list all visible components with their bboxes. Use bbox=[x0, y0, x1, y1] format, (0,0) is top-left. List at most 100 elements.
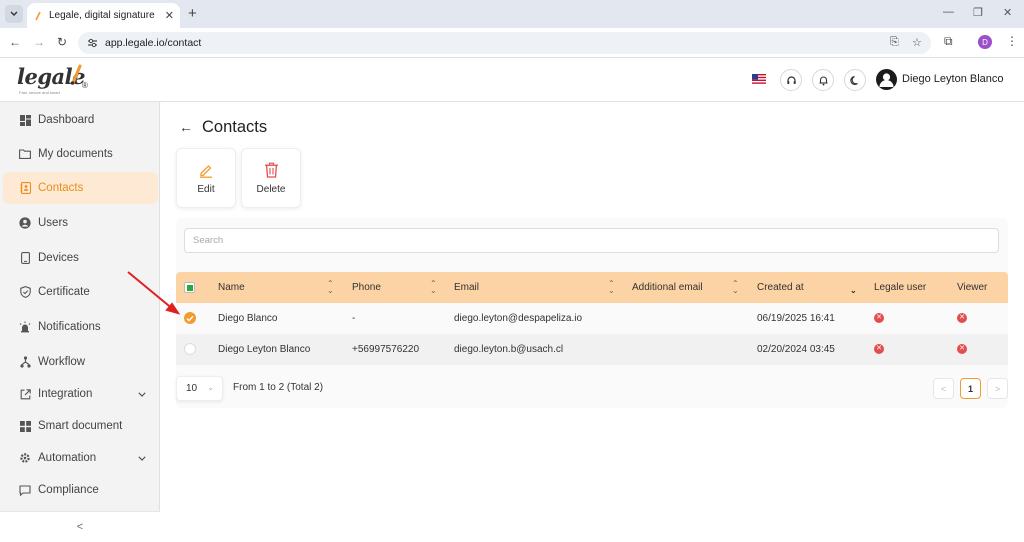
contacts-card: Name ⌃⌄ Phone ⌃⌄ Email ⌃⌄ Additional ema… bbox=[176, 218, 1008, 408]
row-checkbox[interactable] bbox=[184, 312, 196, 324]
table-row[interactable]: Diego Blanco - diego.leyton@despapeliza.… bbox=[176, 303, 1008, 334]
column-header-viewer[interactable]: Viewer bbox=[957, 282, 987, 293]
sidebar-item-compliance[interactable]: Compliance bbox=[3, 474, 158, 506]
browser-toolbar: ← → ↻ app.legale.io/contact ⎘ ☆ ⧉ ⋮ bbox=[0, 28, 1024, 58]
restore-icon[interactable]: ❐ bbox=[973, 6, 983, 19]
site-info-icon[interactable] bbox=[87, 38, 98, 48]
user-name[interactable]: Diego Leyton Blanco bbox=[902, 73, 1004, 85]
user-avatar[interactable] bbox=[876, 69, 897, 90]
sort-icon[interactable]: ⌃ ⌄ bbox=[732, 280, 739, 295]
folder-icon bbox=[19, 148, 31, 160]
install-app-icon[interactable]: ⎘ bbox=[890, 36, 899, 49]
tab-search-button[interactable] bbox=[5, 5, 23, 23]
sidebar-item-my-documents[interactable]: My documents bbox=[3, 138, 158, 170]
sidebar-item-label: Dashboard bbox=[38, 114, 95, 126]
back-arrow-icon[interactable]: ← bbox=[179, 119, 193, 135]
sidebar-item-certificate[interactable]: Certificate bbox=[3, 276, 158, 308]
headset-icon bbox=[786, 75, 796, 84]
sort-icon[interactable]: ⌃ ⌄ bbox=[608, 280, 615, 295]
search-input[interactable] bbox=[184, 228, 999, 253]
browser-menu-icon[interactable]: ⋮ bbox=[1006, 35, 1018, 48]
next-page-button[interactable]: > bbox=[987, 378, 1008, 399]
sidebar-collapse-button[interactable]: < bbox=[0, 511, 160, 542]
extensions-icon[interactable]: ⧉ bbox=[944, 35, 953, 48]
pagination-range: From 1 to 2 (Total 2) bbox=[233, 382, 324, 393]
user-icon bbox=[19, 217, 31, 229]
browser-tab[interactable]: Legale, digital signature ✕ bbox=[27, 3, 180, 28]
sidebar-item-notifications[interactable]: Notifications bbox=[3, 311, 158, 343]
column-header-created-at[interactable]: Created at bbox=[757, 282, 804, 293]
select-all-checkbox[interactable] bbox=[184, 282, 195, 293]
chevron-right-icon: > bbox=[994, 383, 1001, 394]
bookmark-star-icon[interactable]: ☆ bbox=[912, 36, 922, 49]
sidebar: Dashboard My documents Contacts Users De… bbox=[0, 102, 160, 542]
url-text: app.legale.io/contact bbox=[105, 37, 202, 49]
sidebar-item-users[interactable]: Users bbox=[3, 207, 158, 239]
delete-button[interactable]: Delete bbox=[241, 148, 301, 208]
sidebar-item-automation[interactable]: Automation bbox=[3, 442, 158, 474]
support-button[interactable] bbox=[780, 69, 802, 91]
chevron-down-icon bbox=[138, 455, 146, 461]
browser-profile-avatar[interactable]: D bbox=[978, 35, 992, 49]
sidebar-item-label: Workflow bbox=[38, 356, 86, 368]
minimize-icon[interactable]: — bbox=[943, 6, 954, 18]
notifications-button[interactable] bbox=[812, 69, 834, 91]
alarm-icon bbox=[19, 321, 31, 333]
new-tab-button[interactable]: + bbox=[188, 6, 197, 21]
dashboard-icon bbox=[19, 114, 31, 126]
page-button-current[interactable]: 1 bbox=[960, 378, 981, 399]
pencil-icon bbox=[200, 164, 212, 178]
sidebar-item-label: My documents bbox=[38, 148, 113, 160]
logo-registered-mark: ® bbox=[82, 81, 88, 90]
address-bar[interactable]: app.legale.io/contact ⎘ ☆ bbox=[78, 32, 931, 54]
sidebar-item-dashboard[interactable]: Dashboard bbox=[3, 104, 158, 136]
column-header-phone[interactable]: Phone bbox=[352, 282, 381, 293]
page-size-select[interactable]: 10 ⌄ bbox=[176, 376, 223, 401]
cell-created-at: 06/19/2025 16:41 bbox=[757, 313, 835, 324]
sidebar-item-workflow[interactable]: Workflow bbox=[3, 346, 158, 378]
tab-title: Legale, digital signature bbox=[49, 10, 155, 21]
table-row[interactable]: Diego Leyton Blanco +56997576220 diego.l… bbox=[176, 334, 1008, 365]
chevron-down-icon: ⌄ bbox=[207, 383, 214, 392]
logo-tagline: Fast, secure and smart bbox=[19, 90, 60, 95]
column-header-additional-email[interactable]: Additional email bbox=[632, 282, 703, 293]
page-title: Contacts bbox=[202, 118, 268, 136]
cell-email: diego.leyton.b@usach.cl bbox=[454, 344, 564, 355]
browser-tabbar: Legale, digital signature ✕ + — ❐ ✕ bbox=[0, 0, 1024, 28]
us-flag-icon[interactable] bbox=[752, 74, 766, 84]
sort-icon[interactable]: ⌃ ⌄ bbox=[430, 280, 437, 295]
close-window-icon[interactable]: ✕ bbox=[1003, 6, 1012, 19]
cell-phone: - bbox=[352, 313, 356, 324]
checkmark-icon bbox=[186, 315, 194, 322]
cell-name: Diego Blanco bbox=[218, 313, 278, 324]
close-tab-icon[interactable]: ✕ bbox=[165, 9, 174, 22]
table-header: Name ⌃ ⌄ Phone ⌃ ⌄ Email ⌃ ⌄ Additional ema… bbox=[176, 272, 1008, 303]
legale-user-no-icon: ✕ bbox=[874, 344, 884, 354]
sort-desc-icon[interactable]: ⌄ bbox=[850, 280, 857, 295]
cell-name: Diego Leyton Blanco bbox=[218, 344, 311, 355]
column-header-name[interactable]: Name bbox=[218, 282, 245, 293]
legale-favicon-icon bbox=[35, 11, 41, 20]
sidebar-item-devices[interactable]: Devices bbox=[3, 242, 158, 274]
trash-icon bbox=[264, 162, 278, 178]
column-header-email[interactable]: Email bbox=[454, 282, 479, 293]
bell-icon bbox=[819, 76, 827, 85]
prev-page-button[interactable]: < bbox=[933, 378, 954, 399]
row-checkbox[interactable] bbox=[184, 343, 196, 355]
legale-logo[interactable]: legale ® bbox=[17, 64, 88, 90]
shield-icon bbox=[19, 286, 31, 298]
theme-toggle-button[interactable] bbox=[844, 69, 866, 91]
sidebar-item-integration[interactable]: Integration bbox=[3, 378, 158, 410]
sidebar-item-smart-document[interactable]: Smart document bbox=[3, 410, 158, 442]
delete-label: Delete bbox=[256, 183, 286, 195]
sidebar-item-label: Integration bbox=[38, 388, 93, 400]
column-header-legale-user[interactable]: Legale user bbox=[874, 282, 926, 293]
back-icon[interactable]: ← bbox=[9, 36, 21, 49]
chevron-down-icon bbox=[10, 11, 18, 16]
viewer-no-icon: ✕ bbox=[957, 344, 967, 354]
edit-button[interactable]: Edit bbox=[176, 148, 236, 208]
sort-icon[interactable]: ⌃ ⌄ bbox=[327, 280, 334, 295]
forward-icon[interactable]: → bbox=[33, 36, 45, 49]
sidebar-item-contacts[interactable]: Contacts bbox=[3, 172, 158, 204]
reload-icon[interactable]: ↻ bbox=[57, 36, 67, 49]
